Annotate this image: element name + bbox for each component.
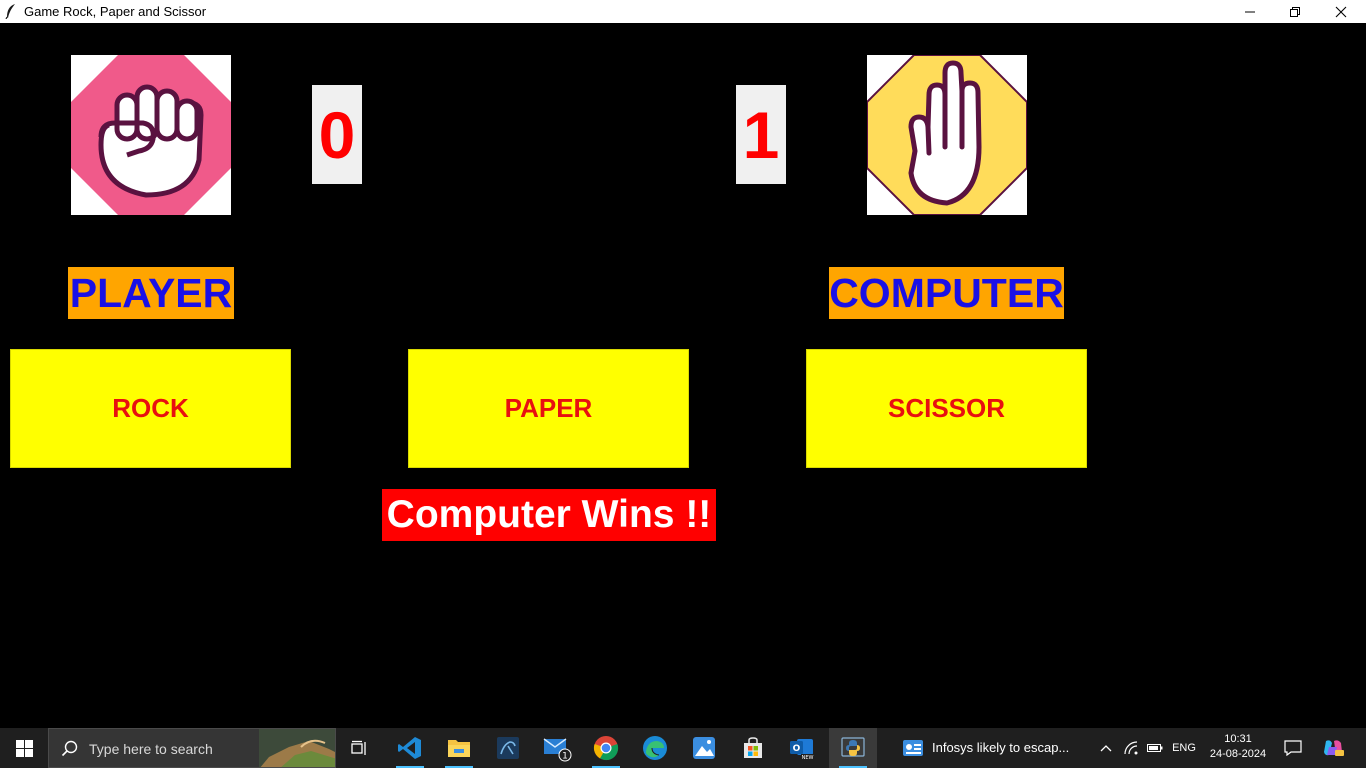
copilot-button[interactable] (1318, 728, 1348, 768)
chrome-icon (593, 736, 619, 761)
close-icon (1335, 6, 1347, 17)
mail-icon: 1 (543, 738, 572, 762)
search-highlight-icon (259, 729, 335, 767)
search-icon (61, 740, 78, 757)
taskbar-outlook[interactable]: O NEW (778, 728, 826, 768)
paper-button[interactable]: PAPER (408, 349, 689, 468)
result-message: Computer Wins !! (382, 489, 716, 541)
network-button[interactable] (1120, 728, 1142, 768)
language-indicator[interactable]: ENG (1168, 728, 1200, 768)
mysql-workbench-icon (497, 737, 519, 759)
mail-badge: 1 (562, 752, 568, 762)
windows-logo-icon (15, 739, 33, 757)
rock-button[interactable]: ROCK (10, 349, 291, 468)
taskbar-edge[interactable] (631, 728, 679, 768)
taskbar-store[interactable] (729, 728, 777, 768)
clock[interactable]: 10:31 24-08-2024 (1203, 731, 1273, 765)
clock-date: 24-08-2024 (1209, 748, 1267, 760)
taskbar-vscode[interactable] (386, 728, 434, 768)
computer-label: COMPUTER (829, 267, 1064, 319)
photos-icon (693, 737, 715, 759)
outlook-icon: O NEW (790, 739, 814, 760)
rock-fist-icon (71, 55, 231, 215)
folder-icon (448, 740, 470, 757)
taskbar: Type here to search 1 O NEW Infosys like… (0, 728, 1366, 768)
vscode-icon (398, 737, 421, 759)
copilot-icon (1324, 740, 1344, 756)
news-widget[interactable]: Infosys likely to escap... (896, 728, 1086, 768)
notification-icon (1284, 740, 1302, 756)
svg-text:NEW: NEW (802, 755, 814, 760)
news-headline: Infosys likely to escap... (932, 740, 1070, 755)
taskbar-chrome[interactable] (582, 728, 630, 768)
scissor-button[interactable]: SCISSOR (806, 349, 1087, 468)
player-hand (71, 55, 231, 215)
minimize-button[interactable] (1227, 0, 1273, 23)
taskbar-file-explorer[interactable] (435, 728, 483, 768)
minimize-icon (1245, 11, 1255, 12)
edge-icon (643, 736, 667, 760)
show-hidden-icons-button[interactable] (1096, 728, 1116, 768)
close-button[interactable] (1318, 0, 1364, 23)
window-title: Game Rock, Paper and Scissor (24, 4, 207, 19)
wifi-icon (1124, 741, 1138, 755)
game-canvas: 0 1 PLAYER COMPUTER ROCK PAPER SCISSOR C… (0, 23, 1366, 728)
notifications-button[interactable] (1280, 728, 1306, 768)
battery-icon (1147, 744, 1163, 752)
taskbar-photos[interactable] (680, 728, 728, 768)
title-bar: Game Rock, Paper and Scissor (0, 0, 1366, 23)
clock-time: 10:31 (1224, 733, 1252, 745)
paper-hand-icon (866, 54, 1028, 216)
taskbar-search-box[interactable]: Type here to search (48, 728, 336, 768)
restore-button[interactable] (1272, 0, 1318, 23)
news-icon (903, 740, 923, 756)
computer-hand (866, 54, 1028, 216)
computer-score: 1 (736, 85, 786, 184)
taskbar-mysql-workbench[interactable] (484, 728, 532, 768)
battery-button[interactable] (1144, 728, 1166, 768)
taskbar-mail[interactable]: 1 (533, 728, 581, 768)
chevron-up-icon (1100, 745, 1112, 752)
task-view-button[interactable] (336, 728, 384, 768)
store-icon (744, 737, 762, 758)
feather-icon (4, 3, 18, 20)
player-score: 0 (312, 85, 362, 184)
search-placeholder: Type here to search (89, 741, 213, 757)
task-view-icon (351, 740, 366, 755)
taskbar-python[interactable] (829, 728, 877, 768)
player-label: PLAYER (68, 267, 234, 319)
restore-icon (1290, 6, 1300, 17)
start-button[interactable] (0, 728, 48, 768)
python-icon (841, 737, 865, 757)
svg-text:O: O (793, 744, 801, 754)
